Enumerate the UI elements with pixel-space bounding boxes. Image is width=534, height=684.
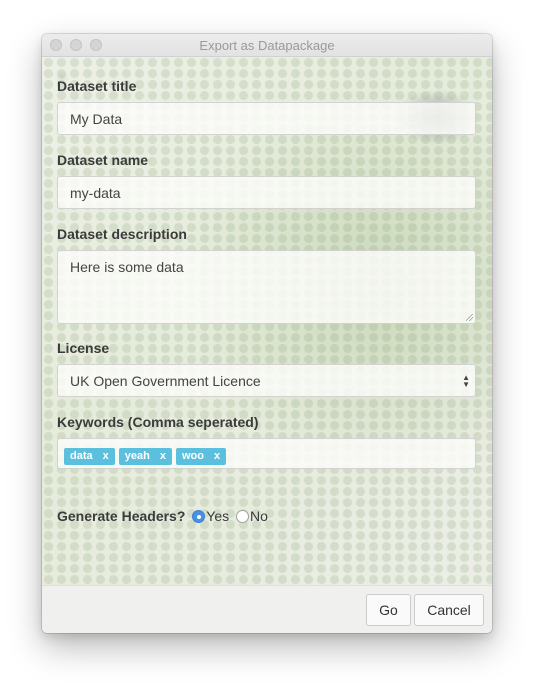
dataset-description-label: Dataset description [57,226,187,242]
dataset-name-input[interactable]: my-data [57,176,476,209]
keyword-tag-text: yeah [124,450,150,462]
headers-yes-radio[interactable] [192,510,206,523]
keywords-label: Keywords (Comma seperated) [57,414,259,430]
description-text: Here is some data [70,259,184,275]
dataset-description-textarea[interactable]: Here is some data [57,250,476,324]
keyword-tag-text: data [70,450,93,462]
remove-tag-icon[interactable]: x [160,450,166,462]
license-select[interactable]: UK Open Government Licence ▲ ▼ [57,364,476,397]
keyword-tag-woo: woo x [175,448,227,465]
window-title: Export as Datapackage [199,38,335,53]
license-label: License [57,340,110,356]
export-dialog: Export as Datapackage Dataset title My D… [42,34,492,633]
headers-yes-label[interactable]: Yes [206,508,229,524]
license-selected-value: UK Open Government Licence [70,373,261,389]
keyword-tag-data: data x [64,448,115,465]
dataset-title-input[interactable]: My Data [57,102,476,135]
title-bar: Export as Datapackage [42,34,492,57]
go-button[interactable]: Go [366,594,411,626]
generate-headers-row: Generate Headers? Yes No [57,508,268,524]
form-area: Dataset title My Data Dataset name my-da… [42,57,492,585]
headers-no-radio[interactable] [236,510,250,523]
dataset-name-label: Dataset name [57,152,149,168]
cancel-button[interactable]: Cancel [414,594,484,626]
keyword-tag-yeah: yeah x [118,448,172,465]
resize-grip-icon[interactable] [466,314,473,321]
select-arrows-icon: ▲ ▼ [462,373,470,389]
dialog-footer: Go Cancel [42,585,492,633]
generate-headers-label: Generate Headers? [57,508,186,524]
keyword-tag-text: woo [181,450,204,462]
keywords-input[interactable]: data x yeah x woo x [57,438,476,469]
headers-no-label[interactable]: No [250,508,268,524]
remove-tag-icon[interactable]: x [214,450,220,462]
remove-tag-icon[interactable]: x [103,450,109,462]
dataset-title-label: Dataset title [57,78,137,94]
